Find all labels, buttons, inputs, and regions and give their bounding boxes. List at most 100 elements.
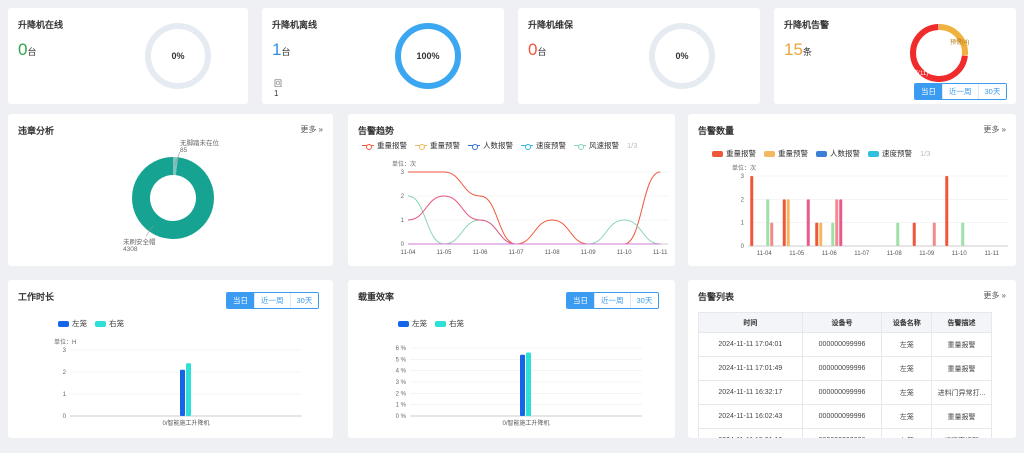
- col-desc: 告警描述: [931, 312, 992, 333]
- bar: [186, 363, 191, 416]
- donut-label-bottom: 未刷安全帽: [123, 239, 156, 246]
- cell-device-no: 000000099996: [801, 404, 883, 429]
- alarm-list-card: 告警列表 更多 » 时间 设备号 设备名称 告警描述 2024-11-11 17…: [688, 280, 1016, 438]
- online-ring-chart: 0%: [145, 23, 211, 89]
- tab-today[interactable]: 当日: [227, 293, 254, 308]
- stat-card-online: 升降机在线 0台 0%: [8, 8, 248, 104]
- cell-desc: 超限高报警: [931, 428, 992, 438]
- more-link[interactable]: 更多 »: [300, 124, 323, 135]
- stat-card-offline: 升降机离线 1台 回 1 100%: [262, 8, 504, 104]
- legend-swatch: [415, 143, 427, 150]
- y-tick-label: 4 %: [396, 369, 407, 375]
- y-tick-label: 2 %: [396, 391, 407, 397]
- y-tick-label: 0: [63, 414, 67, 420]
- stat-card-alarm: 升降机告警 15条 预警(4) 报警(11) 当日 近一周 30天: [774, 8, 1016, 104]
- bar: [819, 222, 823, 246]
- y-tick-label: 1: [63, 392, 67, 398]
- stat-title: 升降机离线: [272, 20, 318, 30]
- legend-swatch: [521, 143, 533, 150]
- cell-device-name: 左笼: [881, 404, 933, 429]
- legend-swatch: [468, 143, 480, 150]
- bar: [180, 369, 185, 416]
- table-row[interactable]: 2024-11-11 17:04:01 000000099996 左笼 重量报警: [698, 332, 992, 357]
- worktime-bar-chart: 0 1 2 3 单位：H 0/智能施工升降机: [54, 338, 302, 427]
- tab-30days[interactable]: 30天: [977, 84, 1007, 99]
- cell-device-no: 000000099996: [801, 356, 883, 381]
- legend-item[interactable]: 重量预警: [415, 140, 460, 151]
- table-header-row: 时间 设备号 设备名称 告警描述: [698, 312, 992, 333]
- pie-label-alarm: 报警(11): [906, 69, 928, 77]
- tab-today[interactable]: 当日: [567, 293, 594, 308]
- y-axis-unit: 单位：次: [392, 160, 416, 168]
- legend-swatch: [574, 143, 586, 150]
- stat-unit: 台: [537, 47, 547, 57]
- y-tick-label: 3: [63, 348, 67, 354]
- ring-label: 0%: [171, 51, 184, 61]
- bar: [766, 199, 770, 246]
- legend-item[interactable]: 人数报警: [468, 140, 513, 151]
- cell-desc: 进料门异常打...: [931, 380, 992, 405]
- alarm-table: 时间 设备号 设备名称 告警描述 2024-11-11 17:04:01 0000…: [698, 312, 992, 438]
- table-row[interactable]: 2024-11-11 17:01:49 000000099996 左笼 重量报警: [698, 356, 992, 381]
- tab-30days[interactable]: 30天: [629, 293, 659, 308]
- legend-label: 人数报警: [483, 141, 513, 150]
- violation-card: 违章分析 更多 » 无脚踏未在位 85 未刷安全帽 4308: [8, 114, 333, 266]
- cell-desc: 重量报警: [931, 332, 992, 357]
- trend-card: 告警趋势 重量报警 重量预警 人数报警 速度预警 风速报警 1/3 0 1 2 3 单位：次 11-…: [348, 114, 675, 266]
- tab-30days[interactable]: 30天: [289, 293, 319, 308]
- more-link[interactable]: 更多 »: [983, 124, 1006, 135]
- stat-title: 升降机维保: [528, 20, 574, 30]
- legend-label: 重量报警: [377, 141, 407, 150]
- bar: [815, 222, 819, 246]
- load-bar-chart: 0 % 1 % 2 % 3 % 4 % 5 % 6 % 0/智能施工升降机: [396, 346, 642, 427]
- table-row[interactable]: 2024-11-11 16:02:43 000000099996 左笼 重量报警: [698, 404, 992, 429]
- y-tick-label: 2: [63, 370, 67, 376]
- legend-item[interactable]: 速度预警: [521, 140, 566, 151]
- tab-week[interactable]: 近一周: [254, 293, 290, 308]
- tab-week[interactable]: 近一周: [594, 293, 630, 308]
- y-tick-label: 0: [741, 244, 745, 250]
- legend-swatch: [362, 143, 374, 150]
- bar: [782, 199, 786, 246]
- x-tick-label: 11-11: [985, 251, 1000, 257]
- x-tick-label: 11-05: [789, 251, 805, 257]
- legend-pager[interactable]: 1/3: [920, 149, 930, 158]
- stat-title: 升降机告警: [784, 20, 830, 30]
- col-device-no: 设备号: [801, 312, 883, 333]
- stat-title: 升降机在线: [18, 20, 64, 30]
- more-link[interactable]: 更多 »: [983, 290, 1006, 301]
- legend-item[interactable]: 风速报警: [574, 140, 619, 151]
- legend-pager[interactable]: 1/3: [627, 141, 637, 150]
- legend-label: 重量预警: [430, 141, 460, 150]
- y-tick-label: 2: [401, 194, 405, 200]
- legend-swatch: [712, 150, 723, 157]
- bar: [831, 222, 835, 246]
- stat-unit: 台: [281, 47, 291, 57]
- load-title: 载重效率: [358, 292, 395, 302]
- legend-item[interactable]: 重量报警: [362, 140, 407, 151]
- tab-today[interactable]: 当日: [915, 84, 942, 99]
- load-card: 载重效率 当日 近一周 30天 左笼 右笼 0 % 1 % 2 % 3 % 4 % 5 %…: [348, 280, 675, 438]
- y-tick-label: 3: [741, 174, 745, 180]
- legend-right-cage: 右笼: [449, 319, 464, 328]
- tab-week[interactable]: 近一周: [942, 84, 978, 99]
- legend-right-cage: 右笼: [109, 319, 124, 328]
- worktime-legend: 左笼 右笼: [58, 318, 124, 329]
- x-tick-label: 11-08: [887, 251, 903, 257]
- table-row[interactable]: 2024-11-11 15:01:10000000099996左笼超限高报警: [698, 428, 992, 438]
- cell-time: 2024-11-11 16:32:17: [698, 380, 803, 405]
- maintenance-ring-chart: 0%: [649, 23, 715, 89]
- count-title: 告警数量: [698, 126, 735, 136]
- col-time: 时间: [698, 312, 803, 333]
- cell-device-name: 左笼: [881, 356, 933, 381]
- y-tick-label: 1: [741, 221, 745, 227]
- ring-label: 100%: [416, 51, 439, 61]
- legend-label: 速度预警: [536, 141, 566, 150]
- legend-swatch: [764, 150, 775, 157]
- count-bar-chart: 0 1 2 3 单位：次 11-04 11-05 11-06 11-07 11-08 11-09 11…: [732, 164, 1008, 257]
- x-tick-label: 0/智能施工升降机: [502, 419, 549, 427]
- x-tick-label: 11-10: [617, 250, 633, 256]
- table-row[interactable]: 2024-11-11 16:32:17 000000099996 左笼 进料门异常打.…: [698, 380, 992, 405]
- x-tick-label: 11-04: [401, 250, 417, 256]
- cell-device-no: 000000099996: [801, 332, 883, 357]
